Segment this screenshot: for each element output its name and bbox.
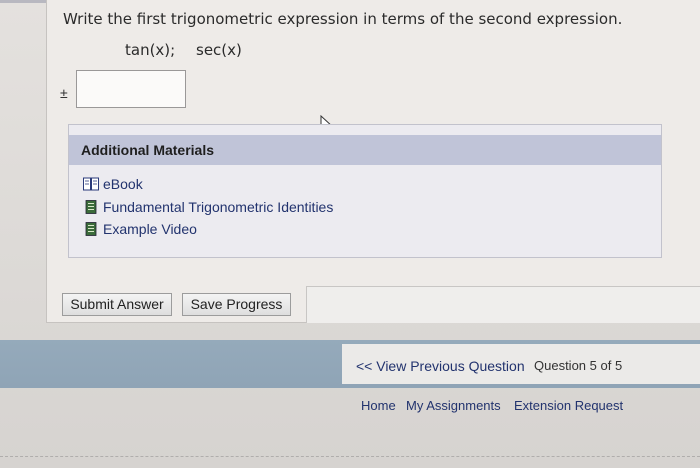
book-icon (83, 177, 99, 191)
material-label: Fundamental Trigonometric Identities (103, 199, 334, 215)
material-link-video[interactable]: Example Video (83, 220, 197, 238)
save-progress-button[interactable]: Save Progress (182, 293, 291, 316)
divider (0, 456, 700, 457)
home-link[interactable]: Home (361, 398, 396, 413)
blank-panel (306, 286, 700, 323)
additional-materials-panel: Additional Materials eBook Fundamental T… (68, 124, 662, 258)
material-label: Example Video (103, 221, 197, 237)
material-link-ebook[interactable]: eBook (83, 175, 143, 193)
expression-second: sec(x) (196, 41, 242, 59)
question-prompt: Write the first trigonometric expression… (63, 10, 623, 28)
materials-title: Additional Materials (81, 142, 215, 158)
plus-minus-sign: ± (60, 85, 68, 101)
expression-first: tan(x); (125, 41, 176, 59)
extension-request-link[interactable]: Extension Request (514, 398, 623, 413)
view-previous-question-link[interactable]: << View Previous Question (356, 358, 525, 374)
question-counter: Question 5 of 5 (534, 358, 623, 373)
material-label: eBook (103, 176, 143, 192)
material-link-identities[interactable]: Fundamental Trigonometric Identities (83, 198, 333, 216)
document-icon (85, 222, 97, 236)
submit-answer-button[interactable]: Submit Answer (62, 293, 172, 316)
assignment-page: Write the first trigonometric expression… (0, 0, 700, 468)
document-icon (85, 200, 97, 214)
materials-header: Additional Materials (69, 135, 661, 165)
my-assignments-link[interactable]: My Assignments (406, 398, 501, 413)
answer-input[interactable] (76, 70, 186, 108)
